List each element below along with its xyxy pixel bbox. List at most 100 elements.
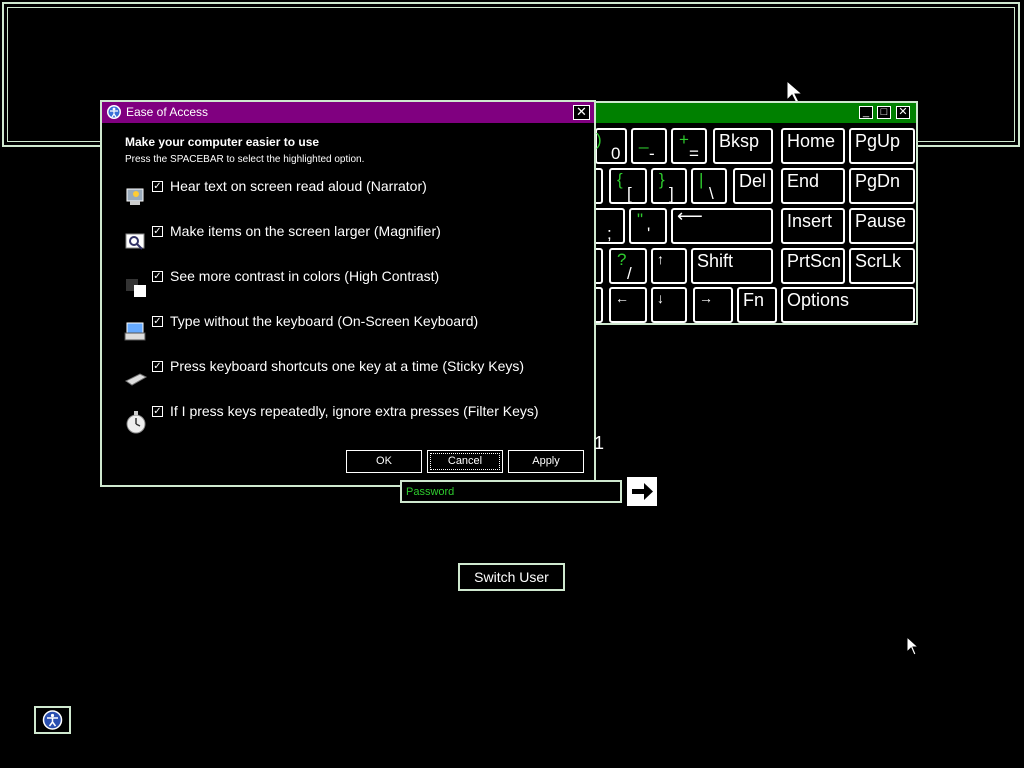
dialog-titlebar[interactable]: Ease of Access ✕ <box>102 102 594 123</box>
cursor-icon <box>906 636 920 656</box>
key-quote[interactable]: " ' <box>629 208 667 244</box>
password-field[interactable] <box>400 480 622 503</box>
key-insert[interactable]: Insert <box>781 208 845 244</box>
key-slash-shift: ? <box>617 250 627 269</box>
key-pgdn-label: PgDn <box>855 171 901 191</box>
key-insert-label: Insert <box>787 211 833 231</box>
key-rbracket[interactable]: } ] <box>651 168 687 204</box>
on-screen-keyboard-icon <box>124 322 146 341</box>
key-backslash[interactable]: | \ <box>691 168 727 204</box>
key-up[interactable]: ↑ <box>651 248 687 284</box>
key-pause[interactable]: Pause <box>849 208 915 244</box>
ok-button[interactable]: OK <box>346 450 422 473</box>
magnifier-icon <box>125 233 145 250</box>
dialog-heading: Make your computer easier to use <box>125 135 320 149</box>
password-input[interactable] <box>404 483 620 501</box>
on-screen-keyboard-checkbox[interactable]: ✓ <box>152 316 163 327</box>
option-label: Hear text on screen read aloud (Narrator… <box>170 178 427 194</box>
key-right[interactable]: → <box>693 287 733 323</box>
partial-username-text: 1 <box>594 433 605 453</box>
key-lbracket-shift: { <box>617 170 623 189</box>
key-end[interactable]: End <box>781 168 845 204</box>
magnifier-checkbox[interactable]: ✓ <box>152 226 163 237</box>
filter-keys-icon <box>126 411 146 434</box>
close-button[interactable]: ✕ <box>573 105 590 120</box>
key-0-base: 0 <box>611 144 621 163</box>
cancel-button[interactable]: Cancel <box>427 450 503 473</box>
key-equals[interactable]: + = <box>671 128 707 164</box>
key-fn-label: Fn <box>743 290 765 310</box>
apply-button[interactable]: Apply <box>508 450 584 473</box>
option-filter-keys[interactable]: ✓ If I press keys repeatedly, ignore ext… <box>122 403 582 442</box>
sticky-keys-icon <box>125 373 148 386</box>
narrator-icon <box>126 188 144 205</box>
key-lbracket[interactable]: { [ <box>609 168 647 204</box>
key-end-label: End <box>787 171 820 191</box>
key-minus[interactable]: _ - <box>631 128 667 164</box>
sticky-keys-checkbox[interactable]: ✓ <box>152 361 163 372</box>
key-del[interactable]: Del <box>733 168 773 204</box>
minimize-button[interactable]: _ <box>859 106 873 119</box>
key-backslash-shift: | <box>699 170 704 189</box>
ease-of-access-icon <box>42 710 63 730</box>
key-prtscn-label: PrtScn <box>787 251 842 271</box>
key-pgdn[interactable]: PgDn <box>849 168 915 204</box>
option-sticky-keys[interactable]: ✓ Press keyboard shortcuts one key at a … <box>122 358 582 397</box>
key-slash[interactable]: ? / <box>609 248 647 284</box>
dialog-title: Ease of Access <box>126 105 209 119</box>
key-prtscn[interactable]: PrtScn <box>781 248 845 284</box>
close-button[interactable]: ✕ <box>896 106 910 119</box>
key-scrlk-label: ScrLk <box>855 251 902 271</box>
key-home[interactable]: Home <box>781 128 845 164</box>
on-screen-keyboard-window: _ □ ✕ ) 0 _ - + = Bksp Home PgUp { [ } ]… <box>591 101 918 325</box>
key-backslash-base: \ <box>709 184 714 203</box>
up-arrow-icon: ↑ <box>657 251 664 267</box>
key-0-shift: ) <box>596 130 602 149</box>
key-bksp[interactable]: Bksp <box>713 128 773 164</box>
switch-user-button[interactable]: Switch User <box>458 563 565 591</box>
key-pgup[interactable]: PgUp <box>849 128 915 164</box>
submit-button[interactable] <box>627 477 657 506</box>
key-minus-base: - <box>649 144 655 163</box>
ease-of-access-button[interactable] <box>34 706 71 734</box>
key-quote-shift: " <box>637 210 644 229</box>
key-slash-base: / <box>627 264 632 283</box>
key-options-label: Options <box>787 290 850 310</box>
dialog-subheading: Press the SPACEBAR to select the highlig… <box>125 154 365 165</box>
key-equals-shift: + <box>679 130 689 149</box>
key-left[interactable]: ← <box>609 287 647 323</box>
key-shift[interactable]: Shift <box>691 248 773 284</box>
key-down[interactable]: ↓ <box>651 287 687 323</box>
key-lbracket-base: [ <box>627 184 632 203</box>
key-pause-label: Pause <box>855 211 907 231</box>
osk-titlebar[interactable]: _ □ ✕ <box>593 103 916 123</box>
key-semicolon-base: ; <box>607 224 612 243</box>
high-contrast-checkbox[interactable]: ✓ <box>152 271 163 282</box>
key-enter[interactable]: ⟵ <box>671 206 773 244</box>
right-arrow-icon: → <box>699 290 713 306</box>
key-shift-label: Shift <box>697 251 734 271</box>
key-options[interactable]: Options <box>781 287 915 323</box>
arrow-right-icon <box>632 483 653 500</box>
key-pgup-label: PgUp <box>855 131 901 151</box>
maximize-button[interactable]: □ <box>877 106 891 119</box>
option-narrator[interactable]: ✓ Hear text on screen read aloud (Narrat… <box>122 178 582 217</box>
key-equals-base: = <box>689 144 699 163</box>
narrator-checkbox[interactable]: ✓ <box>152 181 163 192</box>
key-home-label: Home <box>787 131 836 151</box>
option-on-screen-keyboard[interactable]: ✓ Type without the keyboard (On-Screen K… <box>122 313 582 352</box>
key-0[interactable]: ) 0 <box>595 128 627 164</box>
option-magnifier[interactable]: ✓ Make items on the screen larger (Magni… <box>122 223 582 262</box>
option-label: Press keyboard shortcuts one key at a ti… <box>170 358 525 374</box>
key-fn[interactable]: Fn <box>737 287 777 323</box>
filter-keys-checkbox[interactable]: ✓ <box>152 406 163 417</box>
option-label: Make items on the screen larger (Magnifi… <box>170 223 441 239</box>
key-bksp-label: Bksp <box>719 131 760 151</box>
key-semicolon[interactable]: ; <box>591 208 625 244</box>
key-del-label: Del <box>739 171 767 191</box>
enter-arrow-icon: ⟵ <box>677 206 703 226</box>
option-high-contrast[interactable]: ✓ See more contrast in colors (High Cont… <box>122 268 582 307</box>
high-contrast-icon <box>126 279 146 297</box>
key-rbracket-shift: } <box>659 170 665 189</box>
key-scrlk[interactable]: ScrLk <box>849 248 915 284</box>
